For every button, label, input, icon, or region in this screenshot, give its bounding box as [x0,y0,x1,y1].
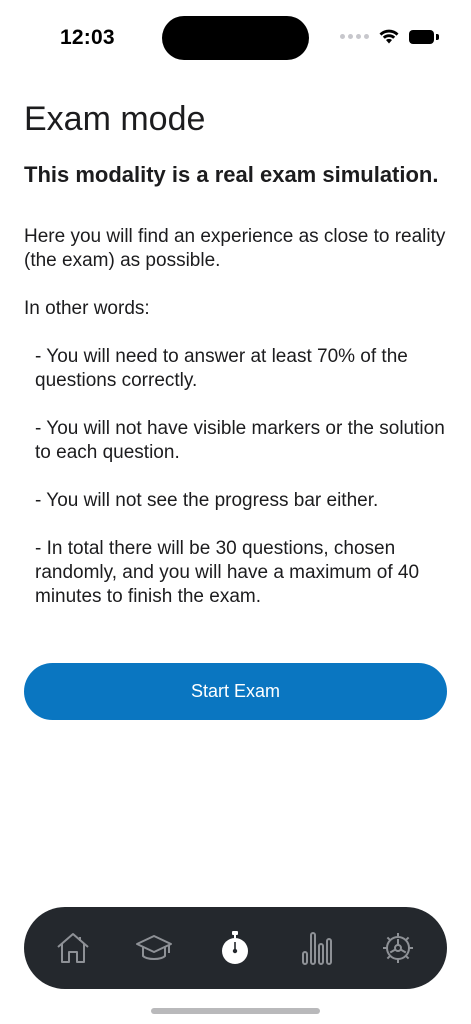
gear-icon [383,933,414,963]
tab-stats[interactable] [287,918,347,978]
rule-item: - In total there will be 30 questions, c… [35,538,420,607]
page-title: Exam mode [24,100,206,138]
battery-icon [409,29,439,44]
tab-exam[interactable] [205,918,265,978]
rule-item: - You will not have visible markers or t… [35,418,445,463]
exam-mode-content: Exam mode This modality is a real exam s… [24,97,448,609]
rule-item: - You will need to answer at least 70% o… [35,346,408,391]
page-subtitle: This modality is a real exam simulation. [24,162,439,187]
wifi-icon [379,29,399,44]
stopwatch-icon [222,931,249,964]
home-icon [57,933,89,963]
intro-text: Here you will find an experience as clos… [24,226,446,271]
rules-list: - You will need to answer at least 70% o… [24,345,448,609]
status-time: 12:03 [60,26,115,49]
start-exam-button[interactable]: Start Exam [24,663,447,720]
dynamic-island [162,16,309,60]
tab-home[interactable] [43,918,103,978]
tab-bar [24,907,447,989]
tab-settings[interactable] [368,918,428,978]
tab-learn[interactable] [124,918,184,978]
graduation-cap-icon [136,935,173,960]
status-icons [340,29,439,44]
cellular-signal-icon [340,34,369,39]
bar-chart-icon [301,932,332,965]
status-bar: 12:03 [0,0,471,80]
lead-text: In other words: [24,298,150,319]
home-indicator [151,1008,320,1014]
rule-item: - You will not see the progress bar eith… [35,490,379,511]
